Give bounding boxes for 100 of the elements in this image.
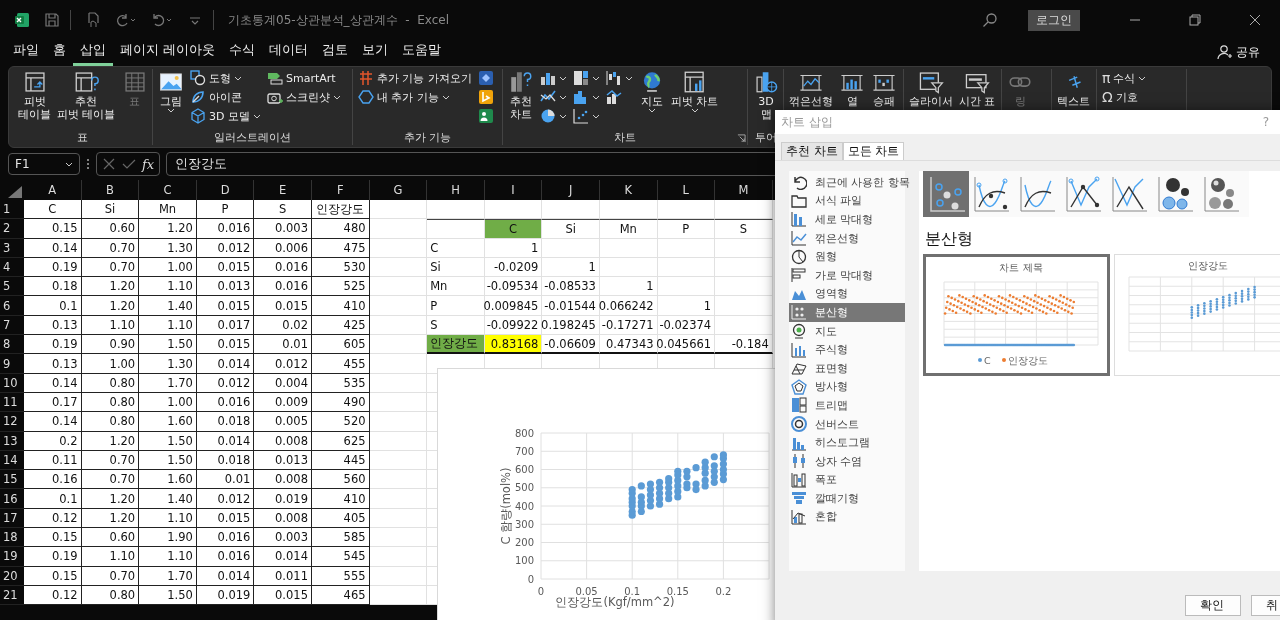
table-cell: 555 xyxy=(311,566,370,586)
ribbon-button[interactable]: 추천 차트 xyxy=(506,69,536,121)
ribbon-button[interactable]: 피벗 테이블 xyxy=(16,69,53,121)
ribbon-button[interactable]: 꺾은선형 xyxy=(787,69,835,108)
ribbon-button[interactable]: 텍스트 xyxy=(1055,69,1092,108)
dialog-tab[interactable]: 추천 차트 xyxy=(781,142,843,160)
insert-function-button[interactable]: fx xyxy=(142,156,155,172)
row-header[interactable]: 19 xyxy=(0,547,24,567)
ribbon-button[interactable]: 내 추가 기능 xyxy=(356,88,474,106)
table-cell: 0.012 xyxy=(254,354,312,374)
chart-preview[interactable]: 인장강도 xyxy=(1114,254,1280,376)
row-header[interactable]: 20 xyxy=(0,566,24,586)
dialog-button[interactable]: 확인 xyxy=(1185,595,1241,616)
chart-type-item[interactable]: 주식형 xyxy=(789,340,905,359)
ribbon-button[interactable]: 피벗 차트 xyxy=(669,69,721,113)
ribbon-button[interactable]: 도형 xyxy=(188,69,263,87)
ribbon-button[interactable]: 추가 기능 가져오기 xyxy=(356,69,474,87)
table-cell: 0.005 xyxy=(254,412,312,432)
ribbon-button[interactable]: 스크린샷 xyxy=(264,88,343,106)
chart-type-item[interactable]: 꺾은선형 xyxy=(789,228,905,248)
ribbon-tab[interactable]: 검토 xyxy=(315,38,356,66)
column-header[interactable]: A xyxy=(24,180,82,200)
header-cell: S xyxy=(715,219,773,239)
table-cell: 0.16 xyxy=(24,470,82,490)
ribbon-tab[interactable]: 파일 xyxy=(6,38,46,66)
table-cell: 1.20 xyxy=(81,508,140,529)
column-header[interactable]: D xyxy=(196,180,255,200)
ribbon-tab[interactable]: 도움말 xyxy=(395,38,449,66)
column-header[interactable]: H xyxy=(427,180,485,200)
ribbon-button[interactable]: Ω 기호 xyxy=(1100,88,1149,106)
table-cell: 0.70 xyxy=(81,257,140,278)
table-cell: 0.015 xyxy=(196,257,255,278)
row-header[interactable]: 1 xyxy=(0,200,24,220)
ribbon-button[interactable]: 추천 피벗 테이블 xyxy=(55,69,118,121)
row-header[interactable]: 3 xyxy=(0,238,24,258)
column-header[interactable]: F xyxy=(311,180,370,200)
row-header[interactable]: 9 xyxy=(0,354,24,374)
column-header[interactable]: M xyxy=(715,180,773,200)
column-header[interactable]: K xyxy=(599,180,658,200)
ribbon-button[interactable]: 그림 xyxy=(156,69,186,113)
ribbon-button[interactable]: 승패 xyxy=(869,69,899,108)
sign-in-button[interactable]: 로그인 xyxy=(1028,9,1080,31)
table-cell: 0.009 xyxy=(254,392,312,413)
ribbon-tab[interactable]: 수식 xyxy=(222,38,263,66)
ribbon-button[interactable]: 열 xyxy=(837,69,867,108)
column-header[interactable]: C xyxy=(139,180,197,200)
ribbon-button[interactable]: 아이콘 xyxy=(188,88,263,106)
chart-type-item[interactable]: 영역형 xyxy=(789,284,905,304)
table-cell: 0.1 xyxy=(24,489,82,509)
table-cell: 1 xyxy=(542,257,600,278)
chart-type-item[interactable]: 지도 xyxy=(789,321,905,341)
row-header[interactable]: 5 xyxy=(0,277,24,297)
row-header[interactable]: 6 xyxy=(0,296,24,316)
ribbon-button[interactable]: 시간 표 xyxy=(957,69,998,108)
table-cell: 0.015 xyxy=(196,296,255,316)
ribbon-tab[interactable]: 보기 xyxy=(355,38,396,66)
row-header[interactable]: 15 xyxy=(0,470,24,490)
row-header[interactable]: 18 xyxy=(0,528,24,548)
column-header[interactable]: E xyxy=(254,180,312,200)
ribbon-tab[interactable]: 페이지 레이아웃 xyxy=(113,38,223,66)
chart-type-item[interactable]: 서식 파일 xyxy=(789,191,905,211)
dialog-button[interactable]: 취 xyxy=(1251,595,1280,616)
ribbon-button[interactable]: 3D 모델 xyxy=(188,107,263,125)
column-header[interactable]: L xyxy=(657,180,716,200)
dialog-tab[interactable]: 모든 차트 xyxy=(842,142,905,160)
chart-type-item[interactable]: 세로 막대형 xyxy=(789,210,905,229)
table-cell: 0.008 xyxy=(254,470,312,490)
row-header[interactable]: 8 xyxy=(0,335,24,355)
column-header[interactable]: G xyxy=(369,180,428,200)
name-box[interactable]: F1 xyxy=(8,153,80,175)
ribbon-tab[interactable]: 데이터 xyxy=(262,38,316,66)
ribbon-button[interactable]: 지도 xyxy=(637,69,667,113)
row-header[interactable]: 16 xyxy=(0,489,24,509)
row-label: 인장강도 xyxy=(427,335,485,355)
column-header[interactable]: B xyxy=(81,180,140,200)
table-cell: 1.50 xyxy=(139,431,197,451)
group-label: 표 xyxy=(77,129,88,145)
column-header[interactable]: I xyxy=(484,180,543,200)
row-header[interactable]: 10 xyxy=(0,373,24,393)
share-button[interactable]: 공유 xyxy=(1211,42,1266,62)
row-header[interactable]: 13 xyxy=(0,431,24,451)
chart-type-item[interactable]: 가로 막대형 xyxy=(789,265,905,285)
row-header[interactable]: 17 xyxy=(0,508,24,529)
ribbon-tab[interactable]: 홈 xyxy=(46,38,73,66)
chart-type-item[interactable]: 분산형 xyxy=(789,303,905,322)
chart-preview[interactable]: 차트 제목 C 인장강도 xyxy=(923,254,1110,376)
ribbon-button[interactable]: SmartArt xyxy=(264,69,343,87)
table-cell: 0.19 xyxy=(24,335,82,355)
column-header[interactable]: J xyxy=(542,180,600,200)
ribbon-button[interactable]: 슬라이서 xyxy=(907,69,955,108)
chart-type-item[interactable]: 원형 xyxy=(789,247,905,266)
row-header[interactable]: 12 xyxy=(0,412,24,432)
row-header[interactable]: 2 xyxy=(0,219,24,239)
ribbon-button[interactable]: π 수식 xyxy=(1100,69,1149,87)
row-header[interactable]: 14 xyxy=(0,450,24,471)
row-header[interactable]: 4 xyxy=(0,257,24,278)
row-header[interactable]: 11 xyxy=(0,392,24,413)
row-header[interactable]: 21 xyxy=(0,585,24,606)
chart-type-label: 표면형 xyxy=(815,360,848,376)
row-header[interactable]: 7 xyxy=(0,315,24,336)
